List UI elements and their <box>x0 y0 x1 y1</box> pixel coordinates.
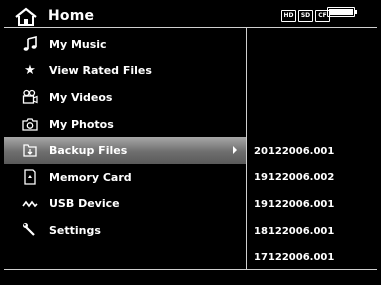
sd-status-icon: SD <box>298 9 313 22</box>
menu-item-my-photos[interactable]: My Photos <box>4 111 246 138</box>
column-divider <box>246 28 247 269</box>
video-camera-icon <box>22 90 38 104</box>
menu-item-label: My Photos <box>49 117 114 131</box>
menu-item-my-music[interactable]: My Music <box>4 31 246 58</box>
memory-card-icon <box>24 169 36 185</box>
menu-item-label: Backup Files <box>49 144 128 158</box>
menu-item-label: My Videos <box>49 90 113 104</box>
chevron-right-icon <box>233 146 237 155</box>
music-note-icon <box>23 36 37 51</box>
menu-item-label: View Rated Files <box>49 64 152 78</box>
wrench-icon <box>23 223 35 236</box>
menu-item-backup-files[interactable]: Backup Files <box>4 137 246 164</box>
menu-item-usb-device[interactable]: USB Device <box>4 191 246 218</box>
sd-card-icon: SD <box>298 9 313 22</box>
star-icon: ★ <box>24 63 36 79</box>
menu-item-view-rated-files[interactable]: ★ View Rated Files <box>4 58 246 85</box>
device-screen: Home HD SD CF My Music ★ View Rated File… <box>0 0 381 285</box>
menu-item-memory-card[interactable]: Memory Card <box>4 164 246 191</box>
list-item[interactable]: 18122006.001 <box>254 218 374 245</box>
menu-item-label: USB Device <box>49 197 120 211</box>
list-item[interactable]: 17122006.001 <box>254 244 374 271</box>
list-item[interactable]: 19122006.002 <box>254 165 374 192</box>
hdd-icon: HD <box>281 9 296 22</box>
backup-file-list: 20122006.001 19122006.002 19122006.001 1… <box>254 138 374 271</box>
list-item[interactable]: 20122006.001 <box>254 138 374 165</box>
home-menu: My Music ★ View Rated Files My Videos My… <box>4 31 246 244</box>
menu-item-my-videos[interactable]: My Videos <box>4 84 246 111</box>
battery-tip <box>355 10 357 14</box>
menu-item-label: Memory Card <box>49 170 132 184</box>
camera-icon <box>22 118 38 131</box>
home-icon <box>15 7 37 26</box>
header-bar: Home HD SD CF <box>4 3 377 28</box>
menu-item-label: Settings <box>49 223 101 237</box>
backup-files-icon <box>23 144 37 158</box>
battery-icon <box>327 7 355 17</box>
usb-icon <box>22 200 38 207</box>
list-item[interactable]: 19122006.001 <box>254 191 374 218</box>
menu-item-label: My Music <box>49 37 107 51</box>
hdd-status-icon: HD <box>281 9 296 22</box>
battery-level-fill <box>329 9 353 15</box>
page-title: Home <box>48 8 95 24</box>
menu-item-settings[interactable]: Settings <box>4 217 246 244</box>
